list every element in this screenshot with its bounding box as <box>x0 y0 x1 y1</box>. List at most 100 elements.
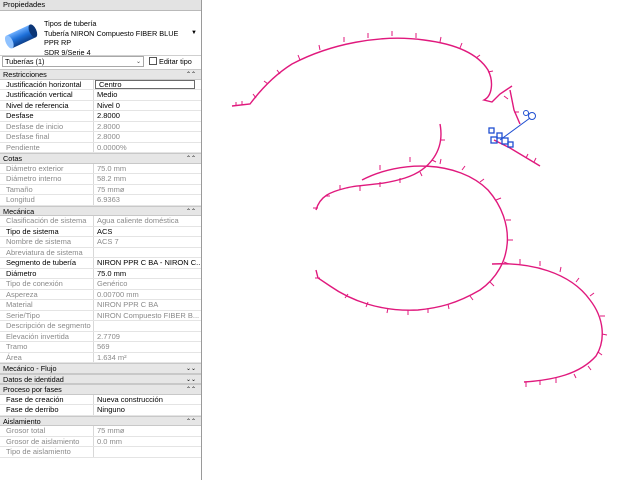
pipe-run-right-branch[interactable] <box>493 139 541 167</box>
property-row: Área 1.634 m² <box>0 352 201 363</box>
section-header[interactable]: Aislamiento ⌃⌃ <box>0 415 201 428</box>
property-row: Tipo de sistema ACS <box>0 226 201 237</box>
selected-pipe-segment[interactable] <box>499 117 531 141</box>
section-header[interactable]: Proceso por fases ⌃⌃ <box>0 384 201 395</box>
section-header[interactable]: Mecánica ⌃⌃ <box>0 205 201 218</box>
property-label: Desfase <box>0 111 94 121</box>
property-label: Elevación invertida <box>0 331 94 341</box>
property-row: Fase de creación Nueva construcción <box>0 394 201 405</box>
edit-type-button[interactable]: Editar tipo <box>149 56 201 67</box>
property-row: Justificación horizontal Centro <box>0 79 201 90</box>
instance-filter-dropdown[interactable]: Tuberías (1) ⌄ <box>2 56 144 67</box>
property-value: 58.2 mm <box>97 174 127 183</box>
property-row: Tipo de aislamiento <box>0 447 201 458</box>
property-value: 0.00700 mm <box>97 289 139 299</box>
property-label: Fase de derribo <box>0 405 94 415</box>
property-value: NIRON Compuesto FIBER B... <box>97 310 200 320</box>
section-title: Aislamiento <box>3 416 41 426</box>
selection-endpoint-icon[interactable] <box>501 137 509 145</box>
property-value: 0.0 mm <box>97 436 123 446</box>
property-label: Grosor de aislamiento <box>0 436 94 446</box>
property-value[interactable]: Ninguno <box>94 405 201 415</box>
collapse-chevron-icon[interactable]: ⌃⌃ <box>186 207 196 218</box>
property-row: Tramo 569 <box>0 342 201 353</box>
property-label: Grosor total <box>0 426 94 436</box>
property-value[interactable]: ACS <box>94 227 201 237</box>
property-value[interactable]: Medio <box>94 90 201 100</box>
property-value: 75.0 mm <box>97 163 127 173</box>
property-label: Tipo de sistema <box>0 226 94 236</box>
property-value: 75 mmø <box>97 184 125 194</box>
property-row: Pendiente 0.0000% <box>0 142 201 153</box>
property-row: Diámetro interno 58.2 mm <box>0 174 201 185</box>
pipe-run-upper-loop[interactable] <box>231 37 513 107</box>
drawing-canvas[interactable] <box>203 0 640 480</box>
section-title: Mecánico - Flujo <box>3 364 57 373</box>
property-value: 6.9363 <box>97 195 120 204</box>
property-label: Longitud <box>0 195 94 205</box>
edit-type-label: Editar tipo <box>159 57 192 66</box>
section-header[interactable]: Restricciones ⌃⌃ <box>0 69 201 80</box>
property-row: Grosor de aislamiento 0.0 mm <box>0 436 201 447</box>
properties-panel: Propiedades Tipos de tubería Tubería NIR… <box>0 0 202 480</box>
property-value[interactable]: Centro <box>95 79 195 89</box>
property-row: Diámetro 75.0 mm <box>0 268 201 279</box>
section-title: Cotas <box>3 154 23 163</box>
selection-grip-icon[interactable] <box>523 110 529 116</box>
section-header[interactable]: Cotas ⌃⌃ <box>0 153 201 164</box>
collapse-chevron-icon[interactable]: ⌃⌃ <box>186 385 196 396</box>
pipe-icon <box>4 24 38 49</box>
section-header[interactable]: Mecánico - Flujo ⌄⌄ <box>0 363 201 374</box>
selection-endpoint-icon[interactable] <box>507 141 514 148</box>
property-value[interactable]: NIRON PPR C BA - NIRON C... <box>94 258 201 268</box>
property-value: Agua caliente doméstica <box>97 216 179 225</box>
property-label: Justificación horizontal <box>0 79 94 89</box>
property-value <box>94 321 201 331</box>
property-row: Fase de derribo Ninguno <box>0 405 201 416</box>
property-row: Aspereza 0.00700 mm <box>0 289 201 300</box>
collapse-chevron-icon[interactable]: ⌃⌃ <box>186 417 196 428</box>
section-title: Restricciones <box>3 70 47 79</box>
property-label: Serie/Tipo <box>0 310 94 320</box>
collapse-chevron-icon[interactable]: ⌃⌃ <box>186 154 196 165</box>
type-family: Tipos de tubería <box>44 19 97 28</box>
selection-endpoint-icon[interactable] <box>488 127 495 134</box>
pipe-run-lower-arc[interactable] <box>491 263 603 383</box>
property-value[interactable]: 75.0 mm <box>94 269 201 279</box>
property-row: Nivel de referencia Nivel 0 <box>0 100 201 111</box>
property-value[interactable]: 2.8000 <box>94 111 201 121</box>
property-label: Diámetro interno <box>0 174 94 184</box>
property-row: Elevación invertida 2.7709 <box>0 331 201 342</box>
property-value[interactable]: Nivel 0 <box>94 101 201 111</box>
property-row: Clasificación de sistema Agua caliente do… <box>0 216 201 227</box>
property-value: 2.8000 <box>97 121 120 131</box>
property-label: Nombre de sistema <box>0 237 94 247</box>
property-label: Pendiente <box>0 142 94 152</box>
type-selector[interactable]: Tipos de tubería Tubería NIRON Compuesto… <box>0 11 201 57</box>
property-label: Segmento de tubería <box>0 258 94 268</box>
property-label: Material <box>0 300 94 310</box>
property-label: Nivel de referencia <box>0 100 94 110</box>
instance-filter-label: Tuberías (1) <box>5 57 45 66</box>
property-label: Clasificación de sistema <box>0 216 94 226</box>
property-row: Longitud 6.9363 <box>0 195 201 206</box>
property-label: Tramo <box>0 342 94 352</box>
property-row: Desfase 2.8000 <box>0 111 201 122</box>
selection-endpoint-icon[interactable] <box>496 132 503 139</box>
pipe-run-vertical[interactable] <box>509 89 521 125</box>
pipe-run-connector[interactable] <box>315 123 442 211</box>
property-label: Fase de creación <box>0 394 94 404</box>
collapse-chevron-icon[interactable]: ⌃⌃ <box>186 70 196 81</box>
chevron-down-icon[interactable]: ▼ <box>191 30 197 36</box>
edit-type-icon <box>149 57 157 65</box>
property-label: Justificación vertical <box>0 90 94 100</box>
property-row: Diámetro exterior 75.0 mm <box>0 163 201 174</box>
branch-stubs[interactable] <box>235 31 608 387</box>
section-header[interactable]: Datos de identidad ⌄⌄ <box>0 373 201 384</box>
property-value: 1.634 m² <box>97 352 127 362</box>
property-value[interactable]: Nueva construcción <box>94 395 201 405</box>
property-row: Material NIRON PPR C BA <box>0 300 201 311</box>
property-row: Segmento de tubería NIRON PPR C BA - NIRO… <box>0 258 201 269</box>
property-value: ACS 7 <box>97 237 119 246</box>
property-row: Grosor total 75 mmø <box>0 426 201 437</box>
